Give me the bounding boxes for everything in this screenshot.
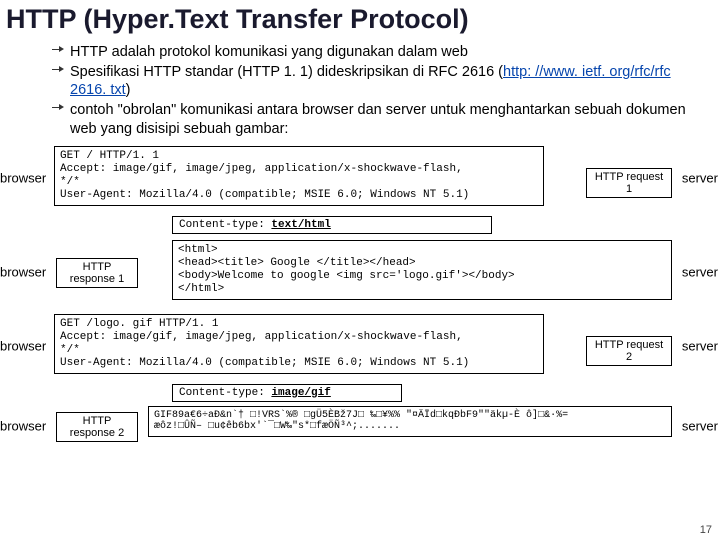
ct2-value: image/gif xyxy=(271,387,330,399)
actor-server-3: server xyxy=(674,338,718,353)
http-response-1-body: <html> <head><title> Google </title></he… xyxy=(172,240,672,301)
http-request-1-body: GET / HTTP/1. 1 Accept: image/gif, image… xyxy=(54,146,544,207)
http-response-1-label: HTTP response 1 xyxy=(56,258,138,288)
actor-server-1: server xyxy=(674,170,718,185)
lane-request-2: browser GET /logo. gif HTTP/1. 1 Accept:… xyxy=(0,314,720,378)
actor-server-4: server xyxy=(674,418,718,433)
ct1-prefix: Content-type: xyxy=(179,219,271,231)
bullet-3: contoh "obrolan" komunikasi antara brows… xyxy=(70,101,710,137)
page-title: HTTP (Hyper.Text Transfer Protocol) xyxy=(0,0,720,43)
lane-response-2: browser HTTP response 2 GIF89a€6÷aÐ&n`† … xyxy=(0,406,720,446)
actor-browser-1: browser xyxy=(0,170,50,185)
bullet-1: HTTP adalah protokol komunikasi yang dig… xyxy=(70,43,710,61)
http-request-2-label: HTTP request 2 xyxy=(586,336,672,366)
http-response-2-label: HTTP response 2 xyxy=(56,412,138,442)
http-request-2-body: GET /logo. gif HTTP/1. 1 Accept: image/g… xyxy=(54,314,544,375)
lane-response-1: browser HTTP response 1 <html> <head><ti… xyxy=(0,240,720,304)
ct1-value: text/html xyxy=(271,219,330,231)
content-type-2: Content-type: image/gif xyxy=(172,384,402,402)
bullet-2: Spesifikasi HTTP standar (HTTP 1. 1) did… xyxy=(70,63,710,99)
ct2-prefix: Content-type: xyxy=(179,387,271,399)
actor-browser-2: browser xyxy=(0,264,50,279)
actor-server-2: server xyxy=(674,264,718,279)
actor-browser-4: browser xyxy=(0,418,50,433)
bullet-2-text: Spesifikasi HTTP standar (HTTP 1. 1) did… xyxy=(70,64,503,80)
page-number: 17 xyxy=(700,524,712,536)
lane-request-1: browser GET / HTTP/1. 1 Accept: image/gi… xyxy=(0,146,720,210)
http-request-1-label: HTTP request 1 xyxy=(586,168,672,198)
bullet-list: HTTP adalah protokol komunikasi yang dig… xyxy=(0,43,720,138)
content-type-1: Content-type: text/html xyxy=(172,216,492,234)
actor-browser-3: browser xyxy=(0,338,50,353)
http-response-2-body: GIF89a€6÷aÐ&n`† □!VRS`%® □gÜ5ÈBž7J□ ‰□¥%… xyxy=(148,406,672,437)
bullet-2-close: ) xyxy=(126,82,131,98)
